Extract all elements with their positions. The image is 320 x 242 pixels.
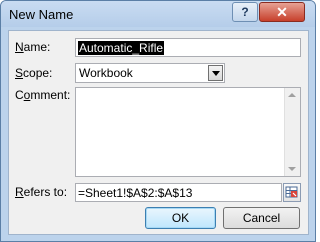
refers-to-value: =Sheet1!$A$2:$A$13 <box>78 186 193 200</box>
name-label: Name: <box>15 40 51 54</box>
cancel-button[interactable]: Cancel <box>223 207 300 229</box>
comment-textarea[interactable] <box>75 87 301 177</box>
title-bar[interactable]: New Name ? ✕ <box>1 1 315 27</box>
dialog-body: Name: Automatic_Rifle Scope: Workbook Co… <box>8 30 309 235</box>
scope-select[interactable]: Workbook <box>75 63 225 83</box>
scroll-down-icon[interactable] <box>288 167 296 171</box>
range-select-icon <box>285 186 298 198</box>
refers-to-input[interactable]: =Sheet1!$A$2:$A$13 <box>75 183 282 202</box>
help-button[interactable]: ? <box>232 2 258 22</box>
chevron-down-icon[interactable] <box>208 65 223 81</box>
comment-label: Comment: <box>15 88 71 102</box>
help-icon: ? <box>241 5 249 19</box>
scope-label: Scope: <box>15 66 53 80</box>
dialog-title: New Name <box>9 7 74 22</box>
refers-to-label: Refers to: <box>15 185 68 199</box>
name-value: Automatic_Rifle <box>78 41 165 55</box>
name-input[interactable]: Automatic_Rifle <box>75 38 301 57</box>
scroll-up-icon[interactable] <box>288 93 296 97</box>
comment-scrollbar[interactable] <box>284 88 300 176</box>
scope-value: Workbook <box>79 66 133 80</box>
ok-button[interactable]: OK <box>145 207 216 229</box>
new-name-dialog: New Name ? ✕ Name: Automatic_Rifle Scope… <box>0 0 316 242</box>
close-icon: ✕ <box>276 4 288 20</box>
close-button[interactable]: ✕ <box>259 2 305 22</box>
collapse-dialog-button[interactable] <box>283 183 301 202</box>
